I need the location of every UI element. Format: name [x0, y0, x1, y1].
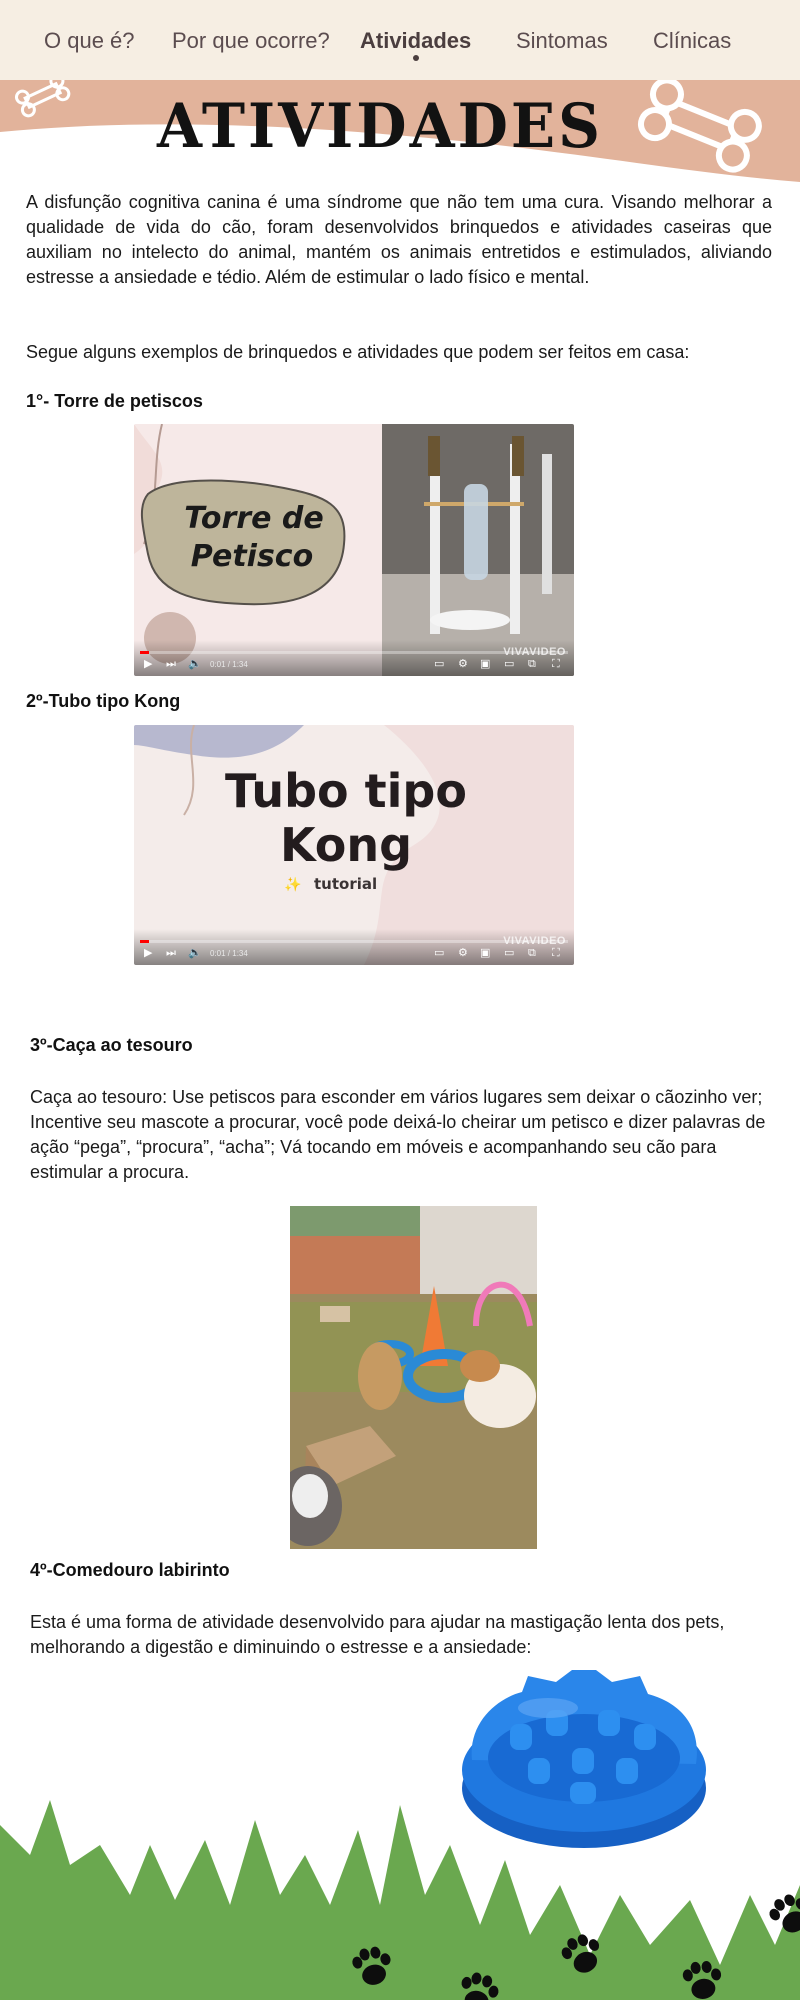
page-title: ATIVIDADES — [157, 90, 603, 162]
nav-item-atividades[interactable]: Atividades — [360, 28, 471, 54]
settings-icon[interactable]: ⚙ — [458, 658, 468, 670]
activity-heading: 4º-Comedouro labirinto — [30, 1560, 230, 1580]
theater-icon[interactable]: ▭ — [504, 947, 514, 959]
volume-icon[interactable]: 🔈 — [188, 658, 202, 670]
video-watermark: VIVAVIDEO — [503, 646, 566, 658]
next-icon[interactable]: ⏭ — [166, 947, 176, 959]
video-title-line2: Kong — [280, 818, 412, 872]
intro-lead: Segue alguns exemplos de brinquedos e at… — [26, 342, 690, 362]
next-icon[interactable]: ⏭ — [166, 658, 176, 670]
nav-item-por-que-ocorre[interactable]: Por que ocorre? — [172, 28, 330, 54]
cast-icon[interactable]: ⧉ — [528, 947, 536, 959]
dogs-playing-photo — [290, 1206, 537, 1549]
activity-heading: 2º-Tubo tipo Kong — [26, 691, 181, 711]
cast-icon[interactable]: ⧉ — [528, 658, 536, 670]
activity-description: Esta é uma forma de atividade desenvolvi… — [30, 1612, 725, 1657]
video-title-line1: Torre de — [184, 501, 323, 536]
video-player[interactable]: Torre de Petisco ▶ ⏭ 🔈 0:01 / 1:34 VIVAV… — [134, 424, 574, 676]
subtitles-icon[interactable]: ▭ — [434, 947, 444, 959]
theater-icon[interactable]: ▭ — [504, 658, 514, 670]
miniplayer-icon[interactable]: ▣ — [480, 947, 490, 959]
video-title-line1: Tubo tipo — [225, 764, 467, 818]
intro-paragraph: A disfunção cognitiva canina é uma síndr… — [26, 192, 772, 287]
activity-heading: 3º-Caça ao tesouro — [30, 1035, 193, 1055]
video-subtitle: tutorial — [314, 875, 377, 893]
activity-heading: 1°- Torre de petiscos — [26, 391, 203, 411]
play-icon[interactable]: ▶ — [144, 947, 152, 959]
settings-icon[interactable]: ⚙ — [458, 947, 468, 959]
video-title-line2: Petisco — [191, 539, 313, 574]
active-indicator — [413, 55, 419, 61]
video-watermark: VIVAVIDEO — [503, 935, 566, 947]
subtitles-icon[interactable]: ▭ — [434, 658, 444, 670]
nav-item-o-que-e[interactable]: O que é? — [44, 28, 135, 54]
sparkle-icon: ✨ — [284, 876, 301, 893]
volume-icon[interactable]: 🔈 — [188, 947, 202, 959]
video-thumbnail: Torre de Petisco — [134, 424, 574, 676]
top-nav: O que é? Por que ocorre? Atividades Sint… — [0, 0, 800, 82]
play-icon[interactable]: ▶ — [144, 658, 152, 670]
nav-item-clinicas[interactable]: Clínicas — [653, 28, 731, 54]
miniplayer-icon[interactable]: ▣ — [480, 658, 490, 670]
fullscreen-icon[interactable]: ⛶ — [552, 658, 560, 670]
video-progress-fill — [140, 651, 149, 654]
video-progress-fill — [140, 940, 149, 943]
fullscreen-icon[interactable]: ⛶ — [552, 947, 560, 959]
video-time: 0:01 / 1:34 — [210, 660, 248, 669]
video-player[interactable]: Tubo tipo Kong ✨ tutorial ▶ ⏭ 🔈 0:01 / 1… — [134, 725, 574, 965]
activity-description: Caça ao tesouro: Use petiscos para escon… — [30, 1087, 766, 1182]
video-time: 0:01 / 1:34 — [210, 949, 248, 958]
slow-feeder-bowl-image — [462, 1670, 706, 1848]
nav-item-sintomas[interactable]: Sintomas — [516, 28, 608, 54]
